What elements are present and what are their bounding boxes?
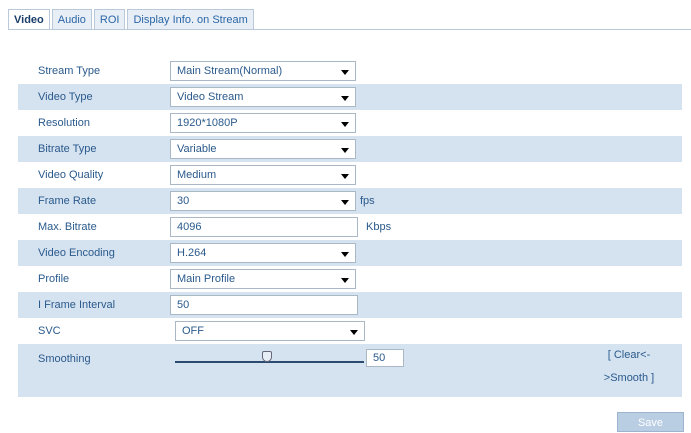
stream-type-select[interactable]: Main Stream(Normal) — [170, 61, 356, 81]
video-type-label: Video Type — [38, 91, 93, 103]
chevron-down-icon — [341, 252, 349, 257]
max-bitrate-unit: Kbps — [366, 221, 392, 233]
video-encoding-label: Video Encoding — [38, 247, 115, 259]
smoothing-note: [ Clear<- >Smooth ] — [594, 344, 664, 390]
tab-display-info[interactable]: Display Info. on Stream — [127, 9, 254, 29]
tab-audio[interactable]: Audio — [51, 9, 92, 29]
row-video-encoding: Video Encoding H.264 — [18, 240, 682, 266]
i-frame-interval-input[interactable]: 50 — [170, 295, 358, 315]
resolution-value: 1920*1080P — [177, 117, 238, 129]
row-i-frame-interval: I Frame Interval 50 — [18, 292, 682, 318]
video-type-value: Video Stream — [177, 91, 244, 103]
smoothing-note-line1: [ Clear<- — [607, 349, 651, 361]
save-button[interactable]: Save — [617, 412, 684, 432]
resolution-select[interactable]: 1920*1080P — [170, 113, 356, 133]
row-resolution: Resolution 1920*1080P — [18, 110, 682, 136]
profile-label: Profile — [38, 273, 70, 285]
chevron-down-icon — [341, 70, 349, 75]
row-smoothing: Smoothing 50 [ Clear<- >Smooth ] — [18, 344, 682, 397]
chevron-down-icon — [341, 96, 349, 101]
tab-divider — [8, 29, 691, 30]
svc-label: SVC — [38, 325, 61, 337]
video-type-select[interactable]: Video Stream — [170, 87, 356, 107]
chevron-down-icon — [341, 200, 349, 205]
tab-roi[interactable]: ROI — [93, 9, 126, 29]
row-max-bitrate: Max. Bitrate 4096 Kbps — [18, 214, 682, 240]
resolution-label: Resolution — [38, 117, 90, 129]
row-bitrate-type: Bitrate Type Variable — [18, 136, 682, 162]
bitrate-type-value: Variable — [177, 143, 217, 155]
frame-rate-value: 30 — [177, 195, 190, 207]
row-stream-type: Stream Type Main Stream(Normal) — [18, 58, 682, 84]
chevron-down-icon — [341, 122, 349, 127]
smoothing-label: Smoothing — [38, 353, 91, 365]
bitrate-type-select[interactable]: Variable — [170, 139, 356, 159]
profile-select[interactable]: Main Profile — [170, 269, 356, 289]
svc-select[interactable]: OFF — [175, 321, 365, 341]
tab-video[interactable]: Video — [8, 9, 50, 30]
chevron-down-icon — [341, 148, 349, 153]
video-quality-value: Medium — [177, 169, 217, 181]
stream-type-label: Stream Type — [38, 65, 101, 77]
chevron-down-icon — [341, 278, 349, 283]
smoothing-value-field[interactable]: 50 — [366, 349, 404, 367]
video-encoding-value: H.264 — [177, 247, 207, 259]
svc-value: OFF — [182, 325, 204, 337]
bitrate-type-label: Bitrate Type — [38, 143, 97, 155]
i-frame-interval-label: I Frame Interval — [38, 299, 116, 311]
video-quality-select[interactable]: Medium — [170, 165, 356, 185]
tab-bar: Video Audio ROI Display Info. on Stream — [8, 9, 256, 30]
row-svc: SVC OFF — [18, 318, 682, 344]
max-bitrate-label: Max. Bitrate — [38, 221, 97, 233]
row-video-type: Video Type Video Stream — [18, 84, 682, 110]
max-bitrate-input[interactable]: 4096 — [170, 217, 358, 237]
profile-value: Main Profile — [177, 273, 236, 285]
video-quality-label: Video Quality — [38, 169, 104, 181]
smoothing-note-line2: >Smooth ] — [603, 372, 655, 384]
row-video-quality: Video Quality Medium — [18, 162, 682, 188]
chevron-down-icon — [350, 330, 358, 335]
video-encoding-select[interactable]: H.264 — [170, 243, 356, 263]
frame-rate-label: Frame Rate — [38, 195, 97, 207]
chevron-down-icon — [341, 174, 349, 179]
frame-rate-select[interactable]: 30 — [170, 191, 356, 211]
row-profile: Profile Main Profile — [18, 266, 682, 292]
stream-type-value: Main Stream(Normal) — [177, 65, 283, 77]
row-frame-rate: Frame Rate 30 fps — [18, 188, 682, 214]
smoothing-slider-handle[interactable] — [262, 351, 272, 362]
frame-rate-unit: fps — [360, 195, 375, 207]
